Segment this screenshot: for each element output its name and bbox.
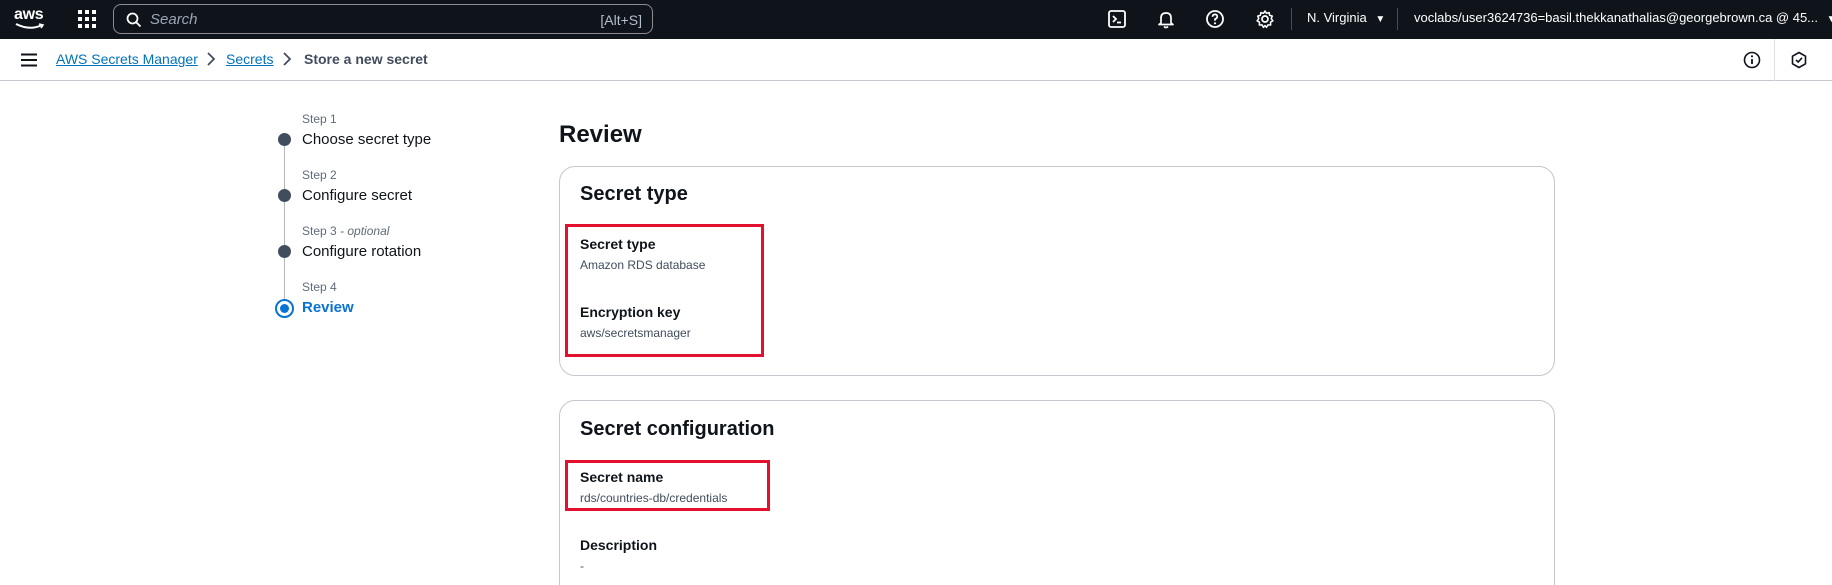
- secret-type-card-title: Secret type: [580, 183, 688, 205]
- aws-logo[interactable]: aws: [14, 6, 48, 32]
- cloudshell-icon[interactable]: [1107, 9, 1127, 29]
- aws-logo-text: aws: [14, 6, 44, 23]
- info-icon[interactable]: [1743, 51, 1761, 69]
- help-icon[interactable]: [1205, 9, 1225, 29]
- nav-divider: [1291, 8, 1292, 30]
- description-value: -: [580, 559, 584, 573]
- breadcrumb-bar: AWS Secrets Manager Secrets Store a new …: [0, 39, 1832, 81]
- step-4-label: Step 4: [302, 280, 337, 294]
- nav-divider: [1397, 8, 1398, 30]
- feedback-hexagon-icon[interactable]: [1790, 51, 1808, 69]
- search-input[interactable]: Search [Alt+S]: [113, 4, 653, 34]
- search-shortcut: [Alt+S]: [600, 12, 642, 28]
- step-1-title[interactable]: Choose secret type: [302, 131, 431, 148]
- search-placeholder: Search: [150, 11, 198, 28]
- hamburger-menu-icon[interactable]: [20, 53, 38, 67]
- search-icon: [126, 12, 142, 28]
- step-3-optional-sep: -: [336, 224, 348, 238]
- breadcrumb-secrets-link[interactable]: Secrets: [226, 51, 273, 67]
- step-3-optional: optional: [347, 224, 390, 238]
- region-selector[interactable]: N. Virginia ▼: [1307, 10, 1385, 25]
- step-3-label: Step 3 - optional: [302, 224, 389, 238]
- services-menu-icon[interactable]: [78, 10, 96, 28]
- chevron-right-icon: [207, 52, 216, 66]
- step-4-active-indicator: [275, 299, 294, 318]
- aws-smile-icon: [15, 23, 45, 29]
- account-menu[interactable]: voclabs/user3624736=basil.thekkanathalia…: [1414, 10, 1832, 25]
- chevron-right-icon: [283, 52, 292, 66]
- settings-gear-icon[interactable]: [1255, 9, 1275, 29]
- notifications-bell-icon[interactable]: [1156, 9, 1176, 29]
- step-1-indicator: [278, 133, 291, 146]
- step-4-title: Review: [302, 299, 354, 316]
- region-label: N. Virginia: [1307, 10, 1367, 25]
- step-2-indicator: [278, 189, 291, 202]
- step-3-title[interactable]: Configure rotation: [302, 243, 421, 260]
- breadcrumb-service-link[interactable]: AWS Secrets Manager: [56, 51, 198, 67]
- region-caret-icon: ▼: [1375, 14, 1386, 25]
- account-label: voclabs/user3624736=basil.thekkanathalia…: [1414, 10, 1819, 25]
- step-3-label-text: Step 3: [302, 224, 337, 238]
- account-caret-icon: ▼: [1826, 14, 1832, 25]
- top-navigation: aws Search [Alt+S] N. Virginia ▼ voclabs…: [0, 0, 1832, 39]
- breadcrumb-current: Store a new secret: [304, 51, 428, 67]
- highlight-box-secret-type: [565, 224, 764, 357]
- step-1-label: Step 1: [302, 112, 337, 126]
- step-2-label: Step 2: [302, 168, 337, 182]
- description-label: Description: [580, 537, 658, 553]
- page-title: Review: [559, 121, 642, 148]
- secret-configuration-card-title: Secret configuration: [580, 418, 775, 440]
- breadcrumb-divider: [1774, 39, 1775, 81]
- wizard-step-line: [284, 140, 285, 308]
- highlight-box-secret-name: [565, 460, 770, 511]
- step-3-indicator: [278, 245, 291, 258]
- step-2-title[interactable]: Configure secret: [302, 187, 412, 204]
